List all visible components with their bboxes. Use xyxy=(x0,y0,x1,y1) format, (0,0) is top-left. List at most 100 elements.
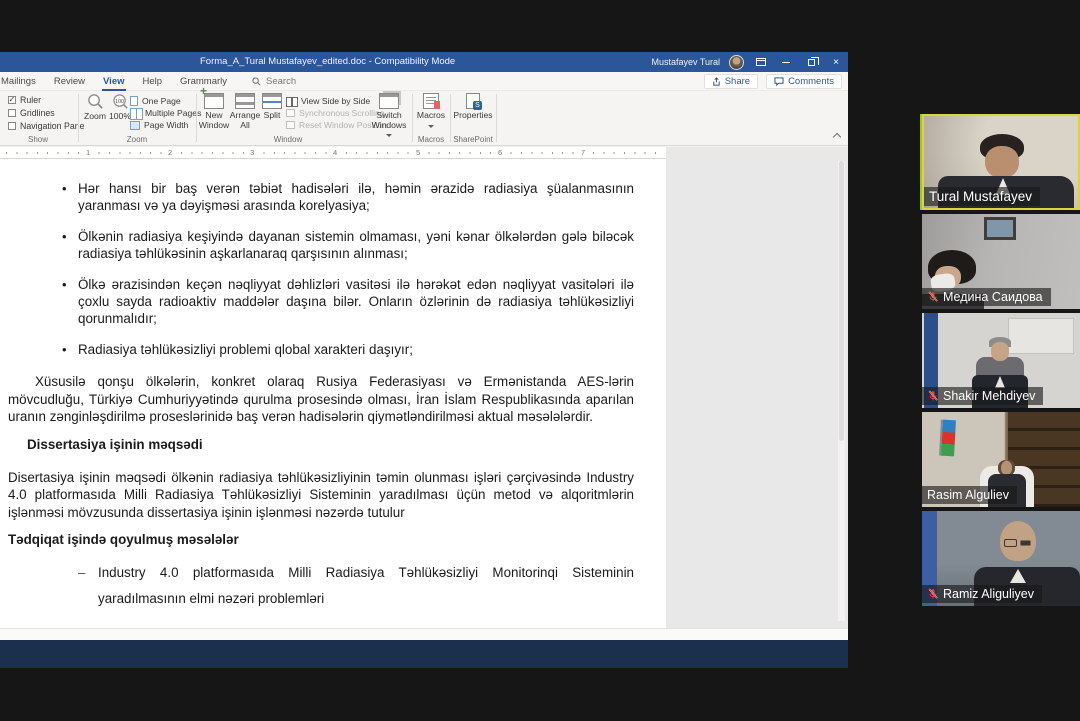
ribbon-group-macros: Macros Macros xyxy=(414,91,448,145)
share-label: Share xyxy=(725,76,750,87)
zoom-100-label: 100% xyxy=(109,112,131,122)
video-tile-tural-mustafayev[interactable]: Tural Mustafayev xyxy=(922,114,1080,210)
view-side-by-side-icon xyxy=(286,97,297,105)
vertical-scrollbar[interactable] xyxy=(838,161,845,621)
navigation-pane-checkbox-row[interactable]: Navigation Pane xyxy=(8,121,85,131)
ruler-checkbox-row[interactable]: ✓ Ruler xyxy=(8,95,41,105)
account-avatar[interactable] xyxy=(729,55,744,70)
macros-button-label: Macros xyxy=(417,111,445,121)
comments-label: Comments xyxy=(788,76,834,87)
switch-windows-button[interactable]: Switch Windows xyxy=(370,93,408,137)
gridlines-checkbox[interactable] xyxy=(8,109,16,117)
close-button[interactable]: × xyxy=(828,52,844,72)
search-box[interactable]: Search xyxy=(252,76,296,87)
participant-name-label: Tural Mustafayev xyxy=(924,187,1040,206)
arrange-all-button[interactable]: Arrange All xyxy=(230,93,260,130)
gridlines-checkbox-row[interactable]: Gridlines xyxy=(8,108,55,118)
participant-name: Rasim Alguliev xyxy=(927,488,1009,502)
tab-view[interactable]: View xyxy=(94,72,133,91)
show-group-label: Show xyxy=(0,135,76,144)
restore-button[interactable] xyxy=(803,52,819,72)
group-divider xyxy=(196,94,197,142)
view-side-by-side-label: View Side by Side xyxy=(301,96,370,106)
collapse-ribbon-icon[interactable] xyxy=(833,133,841,141)
ruler-checkbox[interactable]: ✓ xyxy=(8,96,16,104)
zoom-100-button[interactable]: 100 100% xyxy=(108,93,132,122)
account-name[interactable]: Mustafayev Tural xyxy=(651,57,720,67)
bullet-item: Ölkənin radiasiya keşiyində dayanan sist… xyxy=(78,228,634,263)
properties-label: Properties xyxy=(453,111,492,121)
ruler-number: 3 xyxy=(248,148,256,158)
page-width-icon xyxy=(130,121,140,130)
title-bar-controls: Mustafayev Tural × xyxy=(651,52,844,72)
bullet-list: Hər hansı bir baş verən təbiət hadisələr… xyxy=(8,180,634,358)
goal-paragraph: Disertasiya işinin məqsədi ölkənin radia… xyxy=(8,469,634,521)
participant-name-label: Rasim Alguliev xyxy=(922,486,1017,504)
mic-muted-icon xyxy=(927,588,939,600)
bullet-item: Radiasiya təhlükəsizliyi problemi qlobal… xyxy=(78,341,634,358)
synchronous-scrolling-icon xyxy=(286,109,295,117)
navigation-pane-label: Navigation Pane xyxy=(20,121,85,131)
mic-muted-icon xyxy=(927,390,939,402)
multiple-pages-button[interactable]: Multiple Pages xyxy=(130,108,201,118)
picture-frame xyxy=(984,217,1016,240)
tab-help[interactable]: Help xyxy=(134,72,172,91)
tab-mailings[interactable]: Mailings xyxy=(0,72,45,91)
video-tile-ramiz-aliguliyev[interactable]: Ramiz Aliguliyev xyxy=(922,511,1080,606)
search-icon xyxy=(252,77,261,86)
comments-button[interactable]: Comments xyxy=(766,74,842,89)
ruler-number: 1 xyxy=(84,148,92,158)
properties-icon xyxy=(466,93,480,109)
video-tile-rasim-alguliev[interactable]: Rasim Alguliev xyxy=(922,412,1080,507)
one-page-button[interactable]: One Page xyxy=(130,96,181,106)
navigation-pane-checkbox[interactable] xyxy=(8,122,16,130)
document-page[interactable]: Hər hansı bir baş verən təbiət hadisələr… xyxy=(0,159,666,628)
document-title: Forma_A_Tural Mustafayev_edited.doc - Co… xyxy=(200,56,455,67)
new-window-button[interactable]: New Window xyxy=(198,93,230,130)
ruler-label: Ruler xyxy=(20,95,41,105)
ribbon-display-options-button[interactable] xyxy=(753,52,769,72)
participant-name-label: Ramiz Aliguliyev xyxy=(922,585,1042,603)
bullet-item: Ölkə ərazisindən keçən nəqliyyat dəhlizl… xyxy=(78,276,634,328)
zoom-button[interactable]: Zoom xyxy=(82,93,108,122)
document-content: Hər hansı bir baş verən təbiət hadisələr… xyxy=(8,180,634,612)
participant-name-label: Shakir Mehdiyev xyxy=(922,387,1043,405)
zoom-100-icon: 100 xyxy=(112,93,129,110)
ruler-number: 2 xyxy=(166,148,174,158)
switch-windows-label: Switch Windows xyxy=(370,111,408,130)
page-width-button[interactable]: Page Width xyxy=(130,120,188,130)
multiple-pages-label: Multiple Pages xyxy=(145,108,201,118)
minimize-button[interactable] xyxy=(778,52,794,72)
task-item: Industry 4.0 platformasıda Milli Radiasi… xyxy=(8,560,634,612)
ribbon-group-sharepoint: Properties SharePoint xyxy=(452,91,494,145)
ribbon: ✓ Ruler Gridlines Navigation Pane Show xyxy=(0,91,848,146)
tab-review[interactable]: Review xyxy=(45,72,94,91)
participant-name: Shakir Mehdiyev xyxy=(943,389,1035,403)
split-button[interactable]: Split xyxy=(260,93,284,121)
switch-windows-icon xyxy=(379,93,399,109)
minimize-icon xyxy=(782,62,790,63)
split-label: Split xyxy=(264,111,281,121)
macros-group-label: Macros xyxy=(414,135,448,144)
comments-icon xyxy=(774,77,784,86)
person-silhouette xyxy=(991,342,1009,361)
ribbon-group-window: New Window Arrange All Split View Side b… xyxy=(198,91,410,145)
view-side-by-side-button[interactable]: View Side by Side xyxy=(286,96,370,106)
video-tile-medina-saidova[interactable]: Медина Саидова xyxy=(922,214,1080,309)
one-page-icon xyxy=(130,96,138,106)
horizontal-ruler[interactable]: 1 2 3 4 5 6 7 xyxy=(0,147,848,159)
macros-icon xyxy=(423,93,439,109)
macros-button[interactable]: Macros xyxy=(416,93,446,128)
page-width-label: Page Width xyxy=(144,120,188,130)
share-button[interactable]: Share xyxy=(704,74,758,89)
participant-name: Медина Саидова xyxy=(943,290,1043,304)
participant-name: Tural Mustafayev xyxy=(929,189,1032,204)
properties-button[interactable]: Properties xyxy=(455,93,491,121)
video-tile-shakir-mehdiyev[interactable]: Shakir Mehdiyev xyxy=(922,313,1080,408)
group-divider xyxy=(496,94,497,142)
horizontal-scrollbar[interactable] xyxy=(0,628,848,640)
gridlines-label: Gridlines xyxy=(20,108,55,118)
tasks-heading: Tədqiqat işində qoyulmuş məsələlər xyxy=(8,531,634,548)
scrollbar-thumb[interactable] xyxy=(839,161,844,441)
document-area: Hər hansı bir baş verən təbiət hadisələr… xyxy=(0,159,848,628)
